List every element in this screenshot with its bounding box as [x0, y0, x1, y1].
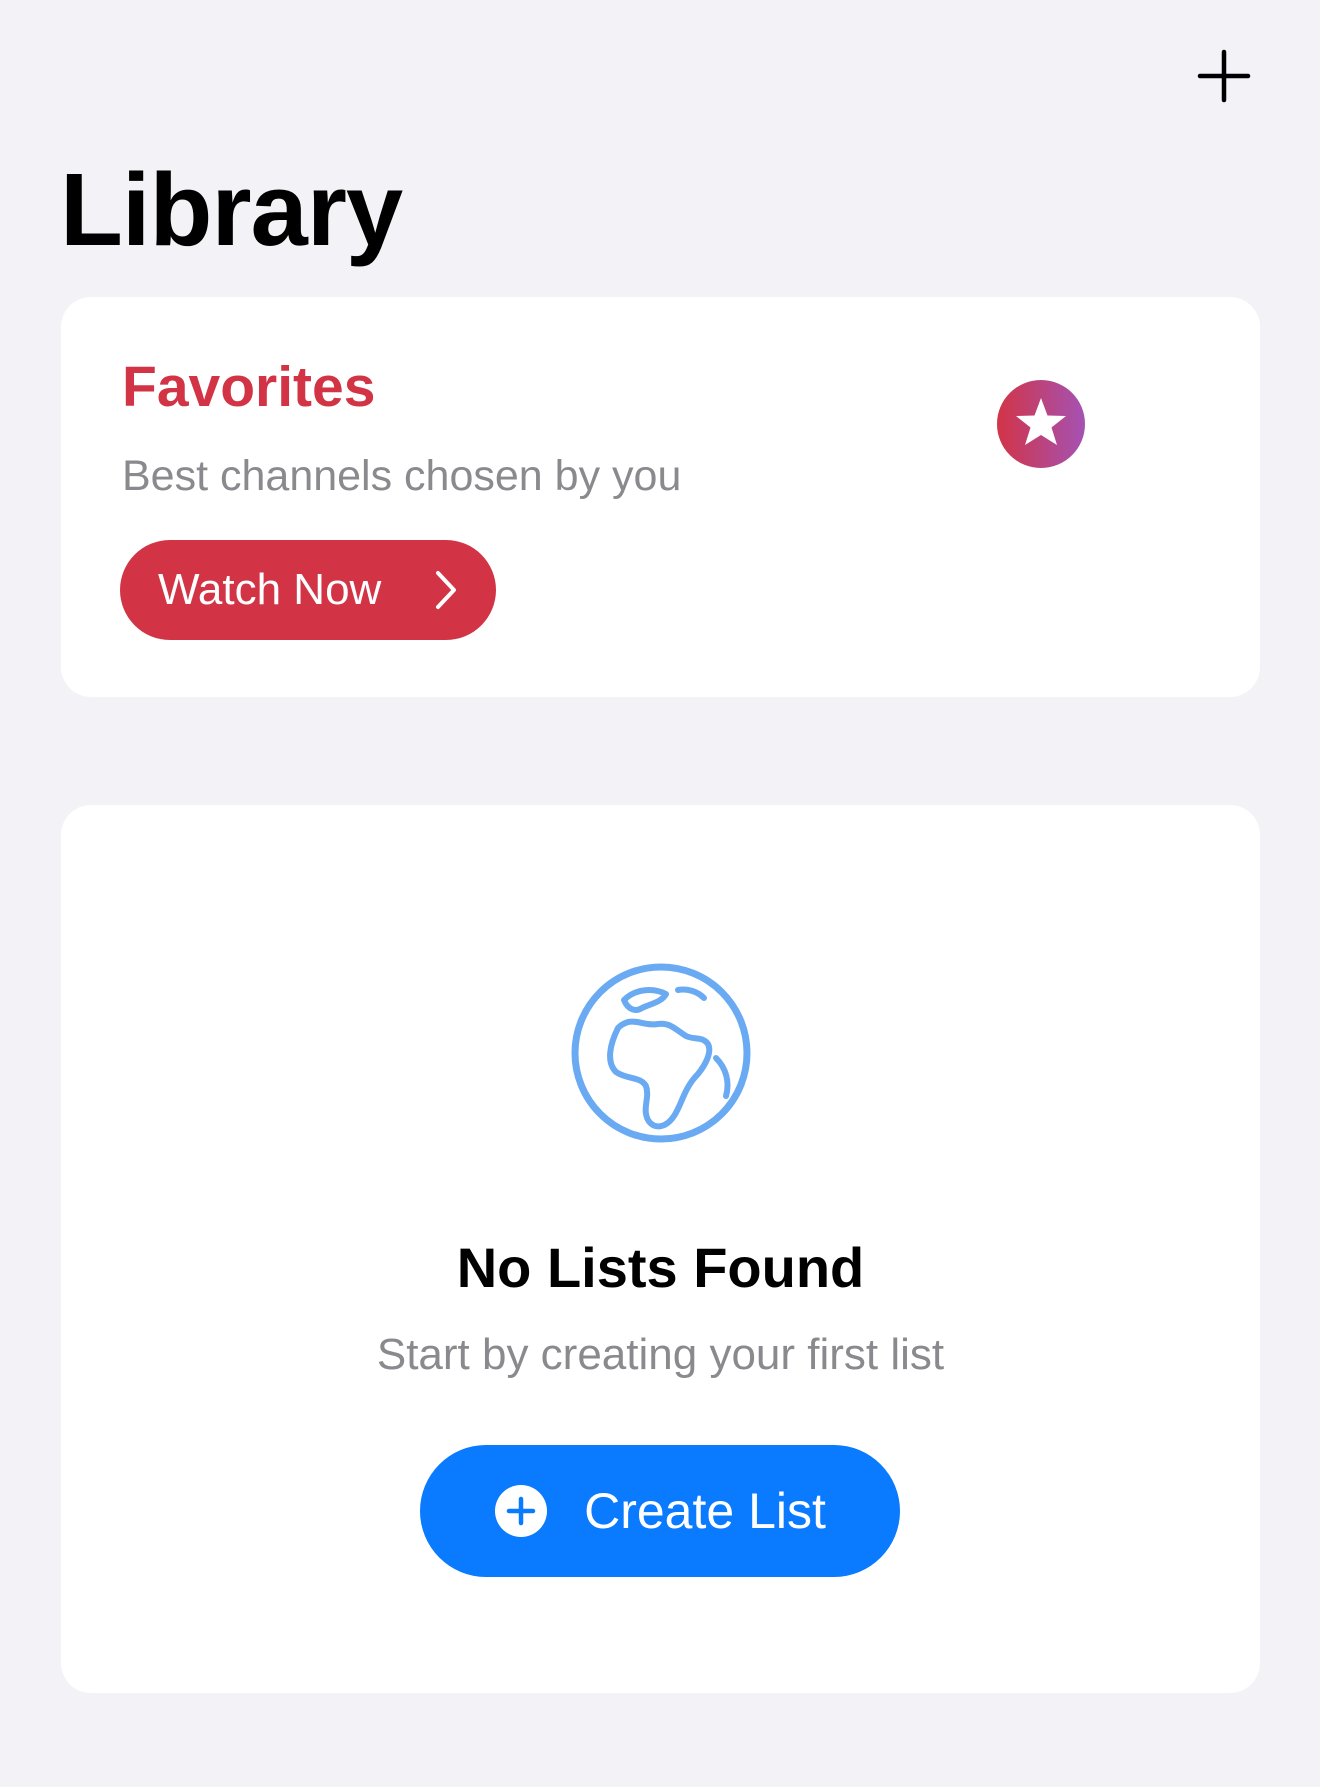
watch-now-label: Watch Now	[158, 565, 382, 614]
favorites-title: Favorites	[122, 355, 376, 419]
empty-state-subtitle: Start by creating your first list	[376, 1330, 945, 1379]
watch-now-button[interactable]: Watch Now	[120, 540, 496, 640]
page-title: Library	[60, 152, 403, 267]
star-list-icon	[997, 380, 1175, 509]
favorites-card[interactable]: Favorites Best channels chosen by you Wa…	[61, 297, 1260, 697]
add-button[interactable]	[1190, 42, 1258, 110]
empty-state-title: No Lists Found	[456, 1236, 865, 1299]
globe-icon	[571, 963, 751, 1143]
chevron-right-icon	[436, 571, 456, 609]
create-list-button[interactable]: Create List	[420, 1445, 900, 1577]
plus-circle-icon	[495, 1485, 548, 1537]
create-list-label: Create List	[584, 1483, 826, 1539]
favorites-subtitle: Best channels chosen by you	[122, 452, 682, 500]
lists-card: No Lists Found Start by creating your fi…	[61, 805, 1260, 1693]
plus-icon	[1197, 49, 1251, 103]
